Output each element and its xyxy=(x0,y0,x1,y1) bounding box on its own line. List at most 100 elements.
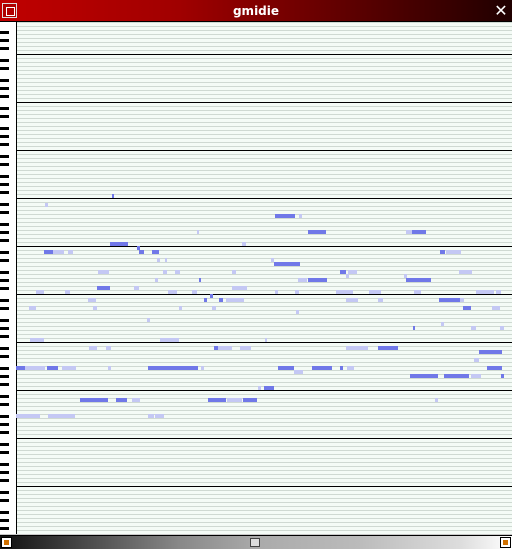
black-key[interactable] xyxy=(0,355,9,358)
black-key[interactable] xyxy=(0,279,9,282)
note-event[interactable] xyxy=(240,346,251,350)
note-event[interactable] xyxy=(278,366,294,370)
black-key[interactable] xyxy=(0,443,9,446)
scroll-left-arrow-icon[interactable] xyxy=(1,537,12,548)
note-event[interactable] xyxy=(214,346,218,350)
note-event[interactable] xyxy=(97,286,110,290)
black-key[interactable] xyxy=(0,183,9,186)
note-event[interactable] xyxy=(197,230,199,234)
note-event[interactable] xyxy=(275,290,278,294)
note-event[interactable] xyxy=(137,246,140,250)
note-event[interactable] xyxy=(282,262,300,266)
note-event[interactable] xyxy=(110,242,128,246)
note-event[interactable] xyxy=(444,374,469,378)
note-event[interactable] xyxy=(16,366,25,370)
note-event[interactable] xyxy=(347,366,354,370)
horizontal-scrollbar[interactable] xyxy=(0,535,512,549)
note-event[interactable] xyxy=(208,398,226,402)
black-key[interactable] xyxy=(0,367,9,370)
note-event[interactable] xyxy=(439,298,460,302)
note-event[interactable] xyxy=(148,414,154,418)
note-event[interactable] xyxy=(459,270,472,274)
black-key[interactable] xyxy=(0,403,9,406)
note-event[interactable] xyxy=(412,230,426,234)
piano-roll-area[interactable] xyxy=(0,19,512,535)
black-key[interactable] xyxy=(0,47,9,50)
close-icon[interactable]: ✕ xyxy=(492,2,510,20)
black-key[interactable] xyxy=(0,423,9,426)
black-key[interactable] xyxy=(0,155,9,158)
note-event[interactable] xyxy=(471,326,476,330)
note-event[interactable] xyxy=(496,290,501,294)
note-event[interactable] xyxy=(264,386,274,390)
note-event[interactable] xyxy=(243,398,257,402)
note-event[interactable] xyxy=(25,366,45,370)
note-event[interactable] xyxy=(179,306,182,310)
note-event[interactable] xyxy=(88,298,96,302)
note-event[interactable] xyxy=(492,306,500,310)
note-event[interactable] xyxy=(406,230,412,234)
black-key[interactable] xyxy=(0,327,9,330)
note-event[interactable] xyxy=(488,290,494,294)
note-event[interactable] xyxy=(336,290,353,294)
black-key[interactable] xyxy=(0,395,9,398)
note-event[interactable] xyxy=(148,366,198,370)
note-event[interactable] xyxy=(413,326,415,330)
note-event[interactable] xyxy=(460,298,464,302)
note-event[interactable] xyxy=(165,258,167,262)
black-key[interactable] xyxy=(0,347,9,350)
black-key[interactable] xyxy=(0,451,9,454)
note-event[interactable] xyxy=(440,250,445,254)
black-key[interactable] xyxy=(0,499,9,502)
note-event[interactable] xyxy=(106,346,111,350)
title-bar[interactable]: gmidie ✕ xyxy=(0,0,512,22)
note-event[interactable] xyxy=(147,318,150,322)
scroll-right-arrow-icon[interactable] xyxy=(500,537,511,548)
note-event[interactable] xyxy=(242,242,246,246)
note-event[interactable] xyxy=(340,366,343,370)
black-key[interactable] xyxy=(0,191,9,194)
note-event[interactable] xyxy=(227,398,242,402)
note-event[interactable] xyxy=(132,398,140,402)
black-key[interactable] xyxy=(0,115,9,118)
note-event[interactable] xyxy=(274,262,282,266)
note-event[interactable] xyxy=(219,298,223,302)
note-event[interactable] xyxy=(346,274,349,278)
black-key[interactable] xyxy=(0,415,9,418)
note-event[interactable] xyxy=(378,298,383,302)
note-event[interactable] xyxy=(406,278,428,282)
black-key[interactable] xyxy=(0,135,9,138)
note-event[interactable] xyxy=(476,290,488,294)
note-event[interactable] xyxy=(160,338,179,342)
note-event[interactable] xyxy=(68,250,73,254)
note-event[interactable] xyxy=(93,306,97,310)
note-event[interactable] xyxy=(487,366,502,370)
black-key[interactable] xyxy=(0,59,9,62)
note-event[interactable] xyxy=(285,214,295,218)
note-event[interactable] xyxy=(89,346,97,350)
note-event[interactable] xyxy=(134,286,139,290)
note-event[interactable] xyxy=(218,346,232,350)
note-event[interactable] xyxy=(308,230,326,234)
black-key[interactable] xyxy=(0,471,9,474)
black-key[interactable] xyxy=(0,31,9,34)
note-event[interactable] xyxy=(29,306,36,310)
black-key[interactable] xyxy=(0,319,9,322)
note-event[interactable] xyxy=(192,290,197,294)
note-event[interactable] xyxy=(199,278,201,282)
black-key[interactable] xyxy=(0,479,9,482)
note-event[interactable] xyxy=(463,306,471,310)
note-event[interactable] xyxy=(139,250,144,254)
note-event[interactable] xyxy=(501,374,504,378)
note-event[interactable] xyxy=(226,298,232,302)
note-event[interactable] xyxy=(212,306,216,310)
note-event[interactable] xyxy=(265,338,267,342)
note-event[interactable] xyxy=(474,358,479,362)
note-event[interactable] xyxy=(80,398,108,402)
note-event[interactable] xyxy=(210,294,213,298)
black-key[interactable] xyxy=(0,299,9,302)
black-key[interactable] xyxy=(0,287,9,290)
note-event[interactable] xyxy=(232,298,244,302)
note-event[interactable] xyxy=(16,414,40,418)
note-event[interactable] xyxy=(168,290,177,294)
